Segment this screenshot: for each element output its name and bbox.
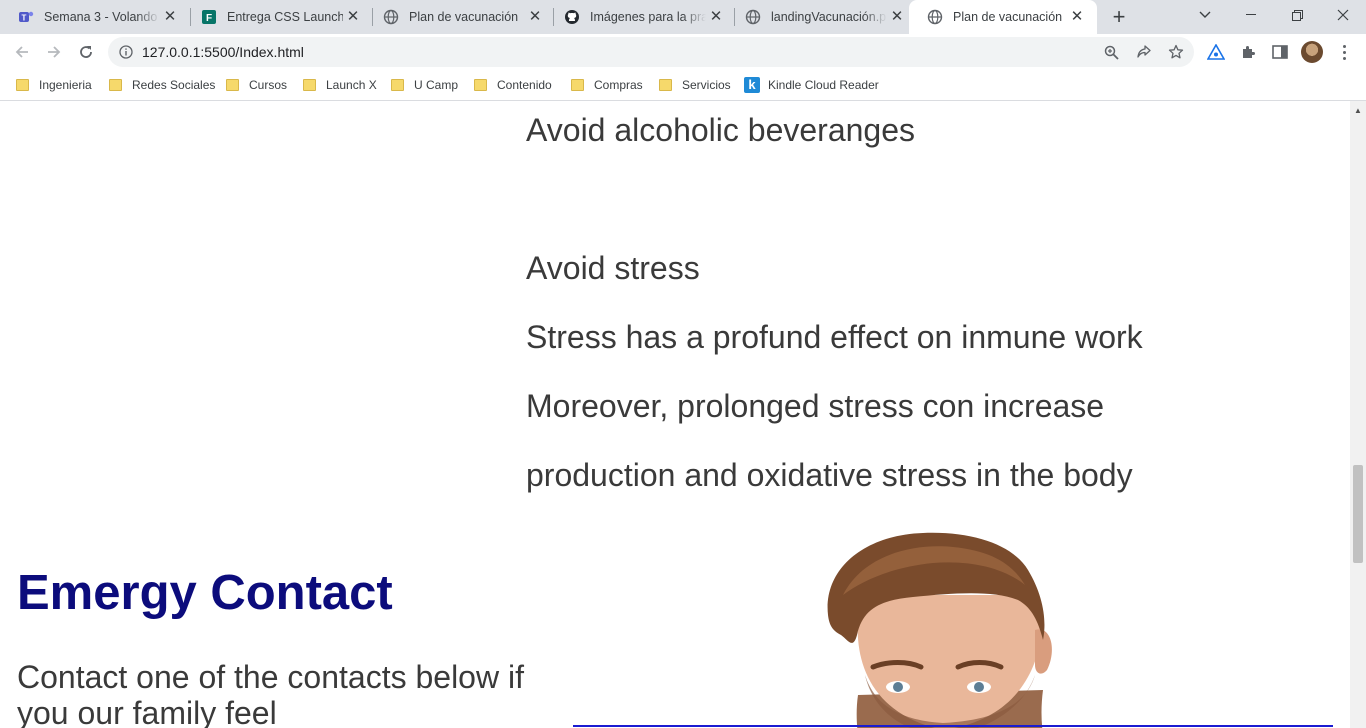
tab-semana-3[interactable]: T Semana 3 - Volando c ✕	[0, 0, 190, 34]
globe-icon	[745, 9, 761, 25]
new-tab-icon[interactable]: +	[1108, 6, 1130, 28]
close-icon[interactable]: ✕	[345, 9, 361, 25]
folder-icon	[303, 79, 316, 91]
tab-title: Entrega CSS LaunchX	[227, 10, 343, 24]
folder-icon	[226, 79, 239, 91]
share-icon[interactable]	[1136, 44, 1152, 60]
forms-icon: F	[201, 9, 217, 25]
close-icon[interactable]: ✕	[708, 9, 724, 25]
tip-stress-line-3: production and oxidative stress in the b…	[526, 457, 1133, 493]
close-icon[interactable]: ✕	[162, 9, 178, 25]
folder-icon	[16, 79, 29, 91]
folder-icon	[391, 79, 404, 91]
back-icon[interactable]	[10, 40, 34, 64]
bookmark-label: Servicios	[682, 78, 731, 92]
tip-avoid-alcohol: Avoid alcoholic beveranges	[526, 112, 915, 148]
bookmark-contenido[interactable]: Contenido	[474, 76, 552, 94]
page-viewport: Avoid alcoholic beveranges Avoid stress …	[0, 101, 1350, 728]
tab-title: Plan de vacunación	[409, 10, 519, 24]
tab-plan-vacunacion-1[interactable]: Plan de vacunación ✕	[365, 0, 555, 34]
close-icon[interactable]: ✕	[889, 9, 905, 25]
bookmark-label: Compras	[594, 78, 643, 92]
bookmark-launch-x[interactable]: Launch X	[303, 76, 377, 94]
bookmarks-bar: Ingenieria Redes Sociales Cursos Launch …	[0, 70, 1366, 101]
folder-icon	[474, 79, 487, 91]
extensions-puzzle-icon[interactable]	[1238, 42, 1258, 62]
folder-icon	[571, 79, 584, 91]
close-window-icon[interactable]	[1320, 0, 1366, 30]
globe-icon	[383, 9, 399, 25]
side-panel-icon[interactable]	[1270, 42, 1290, 62]
tab-title: Semana 3 - Volando c	[44, 10, 160, 24]
bookmark-label: Ingenieria	[39, 78, 92, 92]
bookmark-label: Cursos	[249, 78, 288, 92]
tab-title: landingVacunación.pn	[771, 10, 887, 24]
section-divider-line	[573, 725, 1333, 727]
page-scrollbar[interactable]: ▲	[1350, 101, 1366, 728]
bookmark-servicios[interactable]: Servicios	[659, 76, 731, 94]
folder-icon	[109, 79, 122, 91]
bookmark-label: Contenido	[497, 78, 552, 92]
extension-triangle-icon[interactable]	[1206, 42, 1226, 62]
tab-search-icon[interactable]	[1182, 0, 1228, 30]
svg-text:F: F	[206, 13, 212, 24]
reload-icon[interactable]	[74, 40, 98, 64]
scroll-up-icon[interactable]: ▲	[1350, 103, 1366, 119]
bookmark-ingenieria[interactable]: Ingenieria	[16, 76, 92, 94]
info-icon[interactable]	[119, 45, 133, 59]
close-icon[interactable]: ✕	[1069, 9, 1085, 25]
globe-icon	[927, 9, 943, 25]
url-text[interactable]: 127.0.0.1:5500/Index.html	[142, 44, 304, 60]
person-photo	[827, 532, 1052, 728]
tab-plan-vacunacion-active[interactable]: Plan de vacunación ✕	[909, 0, 1097, 34]
tab-imagenes-practica[interactable]: Imágenes para la prac ✕	[546, 0, 736, 34]
tab-title: Imágenes para la prac	[590, 10, 706, 24]
folder-icon	[659, 79, 672, 91]
bookmark-compras[interactable]: Compras	[571, 76, 643, 94]
bookmark-label: U Camp	[414, 78, 459, 92]
github-icon	[564, 9, 580, 25]
address-bar[interactable]: 127.0.0.1:5500/Index.html	[108, 37, 1194, 67]
tab-strip: T Semana 3 - Volando c ✕ F Entrega CSS L…	[0, 0, 1366, 34]
tab-entrega-css[interactable]: F Entrega CSS LaunchX ✕	[183, 0, 373, 34]
tip-stress-line-1: Stress has a profund effect on inmune wo…	[526, 319, 1143, 355]
zoom-icon[interactable]	[1103, 44, 1119, 60]
bookmark-label: Redes Sociales	[132, 78, 216, 92]
close-icon[interactable]: ✕	[527, 9, 543, 25]
bookmark-label: Kindle Cloud Reader	[768, 78, 879, 92]
emergency-contact-heading: Emergy Contact	[17, 566, 393, 620]
emergency-contact-text: Contact one of the contacts below if you…	[17, 659, 524, 728]
profile-avatar[interactable]	[1301, 41, 1323, 63]
scroll-thumb[interactable]	[1353, 465, 1363, 563]
bookmark-kindle-cloud-reader[interactable]: k Kindle Cloud Reader	[744, 76, 879, 94]
browser-toolbar: 127.0.0.1:5500/Index.html	[0, 34, 1366, 70]
bookmark-u-camp[interactable]: U Camp	[391, 76, 458, 94]
bookmark-star-icon[interactable]	[1168, 44, 1184, 60]
tab-landing-vacunacion[interactable]: landingVacunación.pn ✕	[727, 0, 917, 34]
tab-title: Plan de vacunación	[953, 10, 1063, 24]
kindle-icon: k	[744, 77, 760, 93]
svg-text:T: T	[22, 14, 27, 23]
browser-menu-icon[interactable]	[1334, 42, 1354, 62]
bookmark-cursos[interactable]: Cursos	[226, 76, 287, 94]
tip-stress-line-2: Moreover, prolonged stress con increase	[526, 388, 1105, 424]
bookmark-label: Launch X	[326, 78, 377, 92]
tip-avoid-stress: Avoid stress	[526, 250, 700, 286]
teams-icon: T	[18, 9, 34, 25]
bookmark-redes-sociales[interactable]: Redes Sociales	[109, 76, 215, 94]
forward-icon[interactable]	[42, 40, 66, 64]
minimize-icon[interactable]	[1228, 0, 1274, 30]
restore-icon[interactable]	[1274, 0, 1320, 30]
